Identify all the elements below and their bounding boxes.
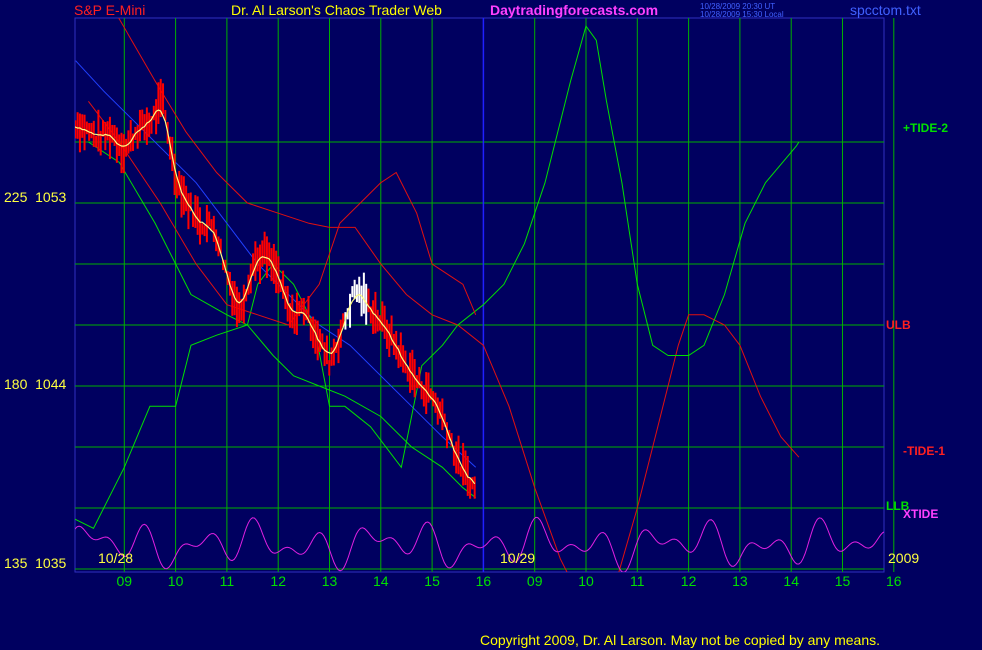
year-label: 2009 — [888, 550, 920, 566]
y-tick-right-1: 1044 — [35, 376, 67, 392]
x-tick-label: 16 — [476, 573, 492, 589]
series-label-xtide: XTIDE — [903, 507, 939, 521]
x-tick-label: 10 — [578, 573, 594, 589]
x-tick-label: 15 — [424, 573, 440, 589]
x-tick-label: 13 — [732, 573, 748, 589]
local-timestamp: 10/28/2009 15:30 Local — [700, 10, 784, 19]
y-tick-right-0: 1053 — [35, 189, 67, 205]
date-label-1029: 10/29 — [500, 550, 536, 566]
x-tick-label: 09 — [117, 573, 133, 589]
y-tick-left-0: 225 — [4, 189, 28, 205]
instrument-title: S&P E-Mini — [74, 2, 146, 18]
y-tick-right-2: 1035 — [35, 555, 67, 571]
series-label-tide2: +TIDE-2 — [903, 121, 949, 135]
chart-canvas: 09 10 11 12 13 14 15 16 09 10 11 12 13 14 15 16 — [74, 17, 902, 589]
plot-area — [74, 17, 885, 573]
chart-title: Dr. Al Larson's Chaos Trader Web — [231, 2, 442, 18]
y-tick-left-2: 135 — [4, 555, 28, 571]
site-name: Daytradingforecasts.com — [490, 2, 659, 18]
y-tick-label-0: 225 1053 — [4, 190, 66, 204]
x-tick-label: 12 — [270, 573, 286, 589]
y-tick-label-2: 135 1035 — [4, 556, 66, 570]
date-label-1028: 10/28 — [98, 550, 134, 566]
x-tick-label: 14 — [783, 573, 799, 589]
x-tick-label: 11 — [220, 573, 235, 589]
x-tick-label: 13 — [322, 573, 338, 589]
y-tick-left-1: 180 — [4, 376, 28, 392]
file-name: spcctom.txt — [850, 2, 921, 18]
x-tick-label: 15 — [835, 573, 851, 589]
series-label-ulb: ULB — [886, 318, 911, 332]
copyright: Copyright 2009, Dr. Al Larson. May not b… — [480, 632, 881, 648]
x-tick-label: 12 — [681, 573, 697, 589]
y-tick-label-1: 180 1044 — [4, 377, 66, 391]
x-tick-label: 09 — [527, 573, 543, 589]
x-tick-label: 14 — [373, 573, 389, 589]
x-tick-label: 10 — [168, 573, 184, 589]
series-label-tide1: -TIDE-1 — [903, 444, 945, 458]
x-tick-label: 11 — [630, 573, 645, 589]
x-tick-label: 16 — [886, 573, 902, 589]
